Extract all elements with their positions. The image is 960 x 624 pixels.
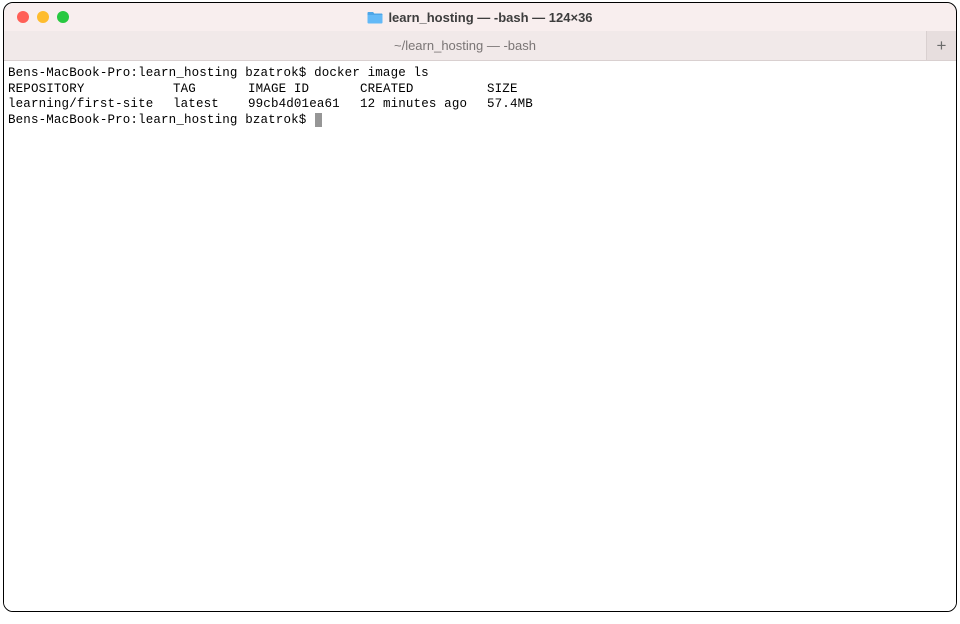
terminal-window: learn_hosting — -bash — 124×36 ~/learn_h… <box>3 2 957 612</box>
titlebar: learn_hosting — -bash — 124×36 <box>4 3 956 31</box>
prompt: Bens-MacBook-Pro:learn_hosting bzatrok$ <box>8 66 314 80</box>
command: docker image ls <box>314 66 429 80</box>
table-header: REPOSITORYTAGIMAGE IDCREATEDSIZE <box>8 82 952 98</box>
folder-icon <box>367 11 383 24</box>
cell-size: 57.4MB <box>487 97 533 111</box>
maximize-button[interactable] <box>57 11 69 23</box>
minimize-button[interactable] <box>37 11 49 23</box>
col-tag: TAG <box>173 82 248 98</box>
close-button[interactable] <box>17 11 29 23</box>
col-created: CREATED <box>360 82 487 98</box>
tab-label: ~/learn_hosting — -bash <box>394 38 536 53</box>
window-title-text: learn_hosting — -bash — 124×36 <box>388 10 592 25</box>
terminal-output: Bens-MacBook-Pro:learn_hosting bzatrok$ … <box>8 66 952 128</box>
traffic-lights <box>4 11 69 23</box>
col-repo: REPOSITORY <box>8 82 173 98</box>
cell-created: 12 minutes ago <box>360 97 487 113</box>
window-title: learn_hosting — -bash — 124×36 <box>4 10 956 25</box>
terminal-body[interactable]: Bens-MacBook-Pro:learn_hosting bzatrok$ … <box>4 61 956 611</box>
col-size: SIZE <box>487 82 518 96</box>
cell-repo: learning/first-site <box>8 97 173 113</box>
col-imageid: IMAGE ID <box>248 82 360 98</box>
table-row: learning/first-sitelatest99cb4d01ea6112 … <box>8 97 952 113</box>
cell-imageid: 99cb4d01ea61 <box>248 97 360 113</box>
cell-tag: latest <box>173 97 248 113</box>
plus-icon: + <box>937 36 947 56</box>
prompt: Bens-MacBook-Pro:learn_hosting bzatrok$ <box>8 113 314 127</box>
cursor <box>315 113 322 127</box>
tab-current[interactable]: ~/learn_hosting — -bash <box>4 31 926 60</box>
tabbar: ~/learn_hosting — -bash + <box>4 31 956 61</box>
new-tab-button[interactable]: + <box>926 31 956 60</box>
